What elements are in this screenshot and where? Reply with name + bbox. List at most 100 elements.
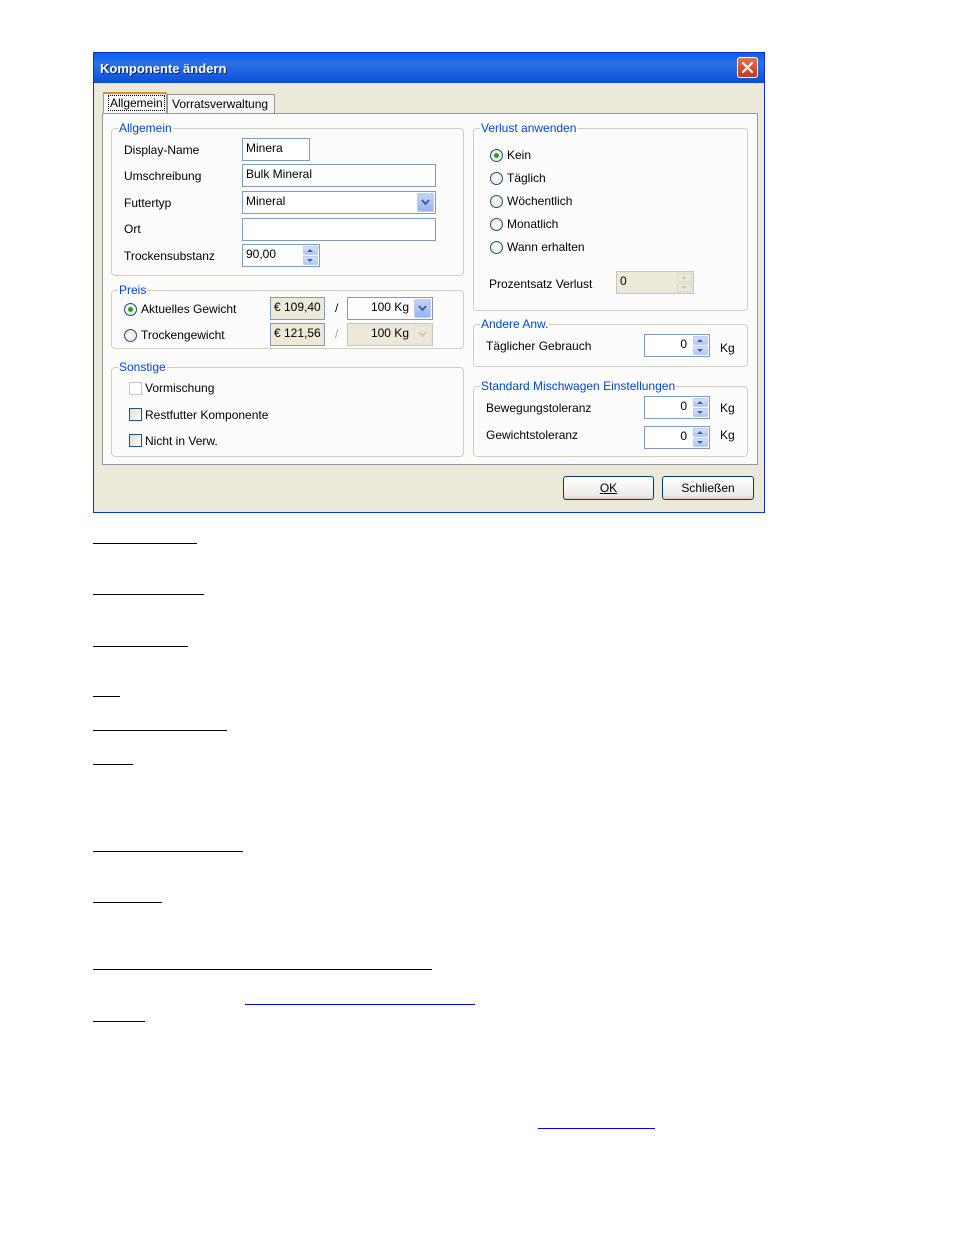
loss-option-on-receipt: Wann erhalten: [507, 240, 585, 254]
current-weight-label: Aktuelles Gewicht: [141, 302, 237, 316]
feed-type-dropdown-button[interactable]: [417, 193, 434, 212]
dry-matter-input[interactable]: 90,00: [242, 244, 320, 267]
underline-3: [93, 646, 188, 647]
daily-use-unit: Kg: [720, 341, 735, 355]
weight-tolerance-label: Gewichtstoleranz: [486, 428, 579, 442]
underline-1: [93, 543, 197, 544]
display-name-label: Display-Name: [124, 143, 200, 157]
daily-use-value: 0: [680, 337, 687, 351]
not-in-use-checkbox[interactable]: [129, 434, 142, 447]
close-icon: [741, 61, 754, 74]
dry-weight-label: Trockengewicht: [141, 328, 225, 342]
not-in-use-label: Nicht in Verw.: [145, 434, 218, 448]
spin-up-icon[interactable]: [693, 336, 708, 345]
close-window-button[interactable]: [737, 57, 758, 78]
spin-up-icon: [677, 273, 692, 282]
movement-tolerance-value: 0: [680, 399, 687, 413]
current-weight-radio[interactable]: [124, 303, 137, 316]
current-weight-unit-select[interactable]: 100 Kg: [347, 297, 433, 320]
dry-price-separator: /: [335, 327, 339, 341]
spin-down-icon[interactable]: [303, 256, 318, 265]
loss-option-daily: Täglich: [507, 171, 546, 185]
underline-2: [93, 594, 204, 595]
feed-type-label: Futtertyp: [124, 196, 172, 210]
description-label: Umschreibung: [124, 169, 202, 183]
feed-type-select[interactable]: Mineral: [242, 191, 436, 214]
location-input[interactable]: [242, 218, 436, 241]
loss-percent-label: Prozentsatz Verlust: [489, 277, 593, 291]
loss-percent-input: 0: [616, 271, 694, 294]
movement-tolerance-spinner[interactable]: [693, 398, 708, 417]
title-bar[interactable]: Komponente ändern: [94, 53, 764, 83]
spin-down-icon: [677, 283, 692, 292]
daily-use-input[interactable]: 0: [644, 334, 710, 357]
movement-tolerance-label: Bewegungstoleranz: [486, 401, 592, 415]
display-name-input[interactable]: Minera: [242, 138, 310, 161]
spin-up-icon[interactable]: [693, 428, 708, 437]
dry-matter-spinner[interactable]: [303, 246, 318, 265]
loss-option-weekly: Wöchentlich: [507, 194, 573, 208]
loss-option-monthly: Monatlich: [507, 217, 559, 231]
dry-weight-price: € 121,56: [270, 323, 325, 346]
current-weight-price: € 109,40: [270, 297, 325, 320]
chevron-down-icon: [418, 305, 427, 312]
ok-button-label: OK: [599, 481, 618, 495]
weight-tolerance-unit: Kg: [720, 428, 735, 442]
spin-down-icon[interactable]: [693, 438, 708, 447]
spin-down-icon[interactable]: [693, 346, 708, 355]
close-button[interactable]: Schließen: [662, 476, 754, 500]
link-underline-1[interactable]: [245, 1004, 475, 1005]
loss-group-title: Verlust anwenden: [480, 121, 578, 135]
underline-8: [93, 902, 162, 903]
current-weight-unit: 100 Kg: [370, 300, 409, 314]
tab-vorratsverwaltung-label: Vorratsverwaltung: [172, 97, 269, 111]
underline-4: [93, 696, 120, 697]
feed-type-value: Mineral: [246, 194, 286, 208]
chevron-down-icon: [421, 199, 430, 206]
premix-label: Vormischung: [145, 381, 215, 395]
tab-vorratsverwaltung[interactable]: Vorratsverwaltung: [167, 94, 275, 113]
edit-component-dialog: Komponente ändern Allgemein Vorratsverwa…: [93, 52, 765, 513]
dry-weight-radio[interactable]: [124, 329, 137, 342]
loss-percent-spinner: [677, 273, 692, 292]
general-group-title: Allgemein: [118, 121, 173, 135]
premix-checkbox[interactable]: [129, 382, 142, 395]
dry-matter-label: Trockensubstanz: [124, 249, 215, 263]
rest-feed-label: Restfutter Komponente: [145, 408, 269, 422]
underline-5: [93, 730, 227, 731]
spin-up-icon[interactable]: [693, 398, 708, 407]
tab-panel: Allgemein Display-Name Minera Umschreibu…: [102, 113, 758, 465]
loss-option-daily-radio[interactable]: [490, 172, 503, 185]
spin-up-icon[interactable]: [303, 246, 318, 255]
weight-tolerance-spinner[interactable]: [693, 428, 708, 447]
daily-use-spinner[interactable]: [693, 336, 708, 355]
location-label: Ort: [124, 222, 141, 236]
daily-use-label: Täglicher Gebrauch: [486, 339, 592, 353]
chevron-down-icon: [418, 331, 427, 338]
current-weight-unit-dropdown[interactable]: [414, 299, 431, 318]
loss-option-kein-radio[interactable]: [490, 149, 503, 162]
loss-option-kein: Kein: [507, 148, 532, 162]
dry-weight-unit-select: 100 Kg: [347, 323, 433, 346]
weight-tolerance-input[interactable]: 0: [644, 426, 710, 449]
dry-weight-unit-dropdown: [414, 325, 431, 344]
loss-option-on-receipt-radio[interactable]: [490, 241, 503, 254]
rest-feed-checkbox[interactable]: [129, 408, 142, 421]
dialog-title: Komponente ändern: [100, 61, 227, 76]
price-separator: /: [335, 301, 339, 315]
price-group-title: Preis: [118, 283, 148, 297]
tab-allgemein-label: Allgemein: [108, 95, 165, 111]
loss-percent-value: 0: [620, 274, 627, 288]
underline-7: [93, 851, 243, 852]
mixer-group-title: Standard Mischwagen Einstellungen: [480, 379, 677, 393]
loss-option-monthly-radio[interactable]: [490, 218, 503, 231]
other-use-group-title: Andere Anw.: [480, 317, 550, 331]
underline-9: [93, 969, 432, 970]
spin-down-icon[interactable]: [693, 408, 708, 417]
movement-tolerance-input[interactable]: 0: [644, 396, 710, 419]
description-input[interactable]: Bulk Mineral: [242, 164, 436, 187]
tab-allgemein[interactable]: Allgemein: [103, 92, 167, 114]
link-underline-2[interactable]: [538, 1128, 655, 1129]
ok-button[interactable]: OK: [563, 476, 654, 500]
loss-option-weekly-radio[interactable]: [490, 195, 503, 208]
